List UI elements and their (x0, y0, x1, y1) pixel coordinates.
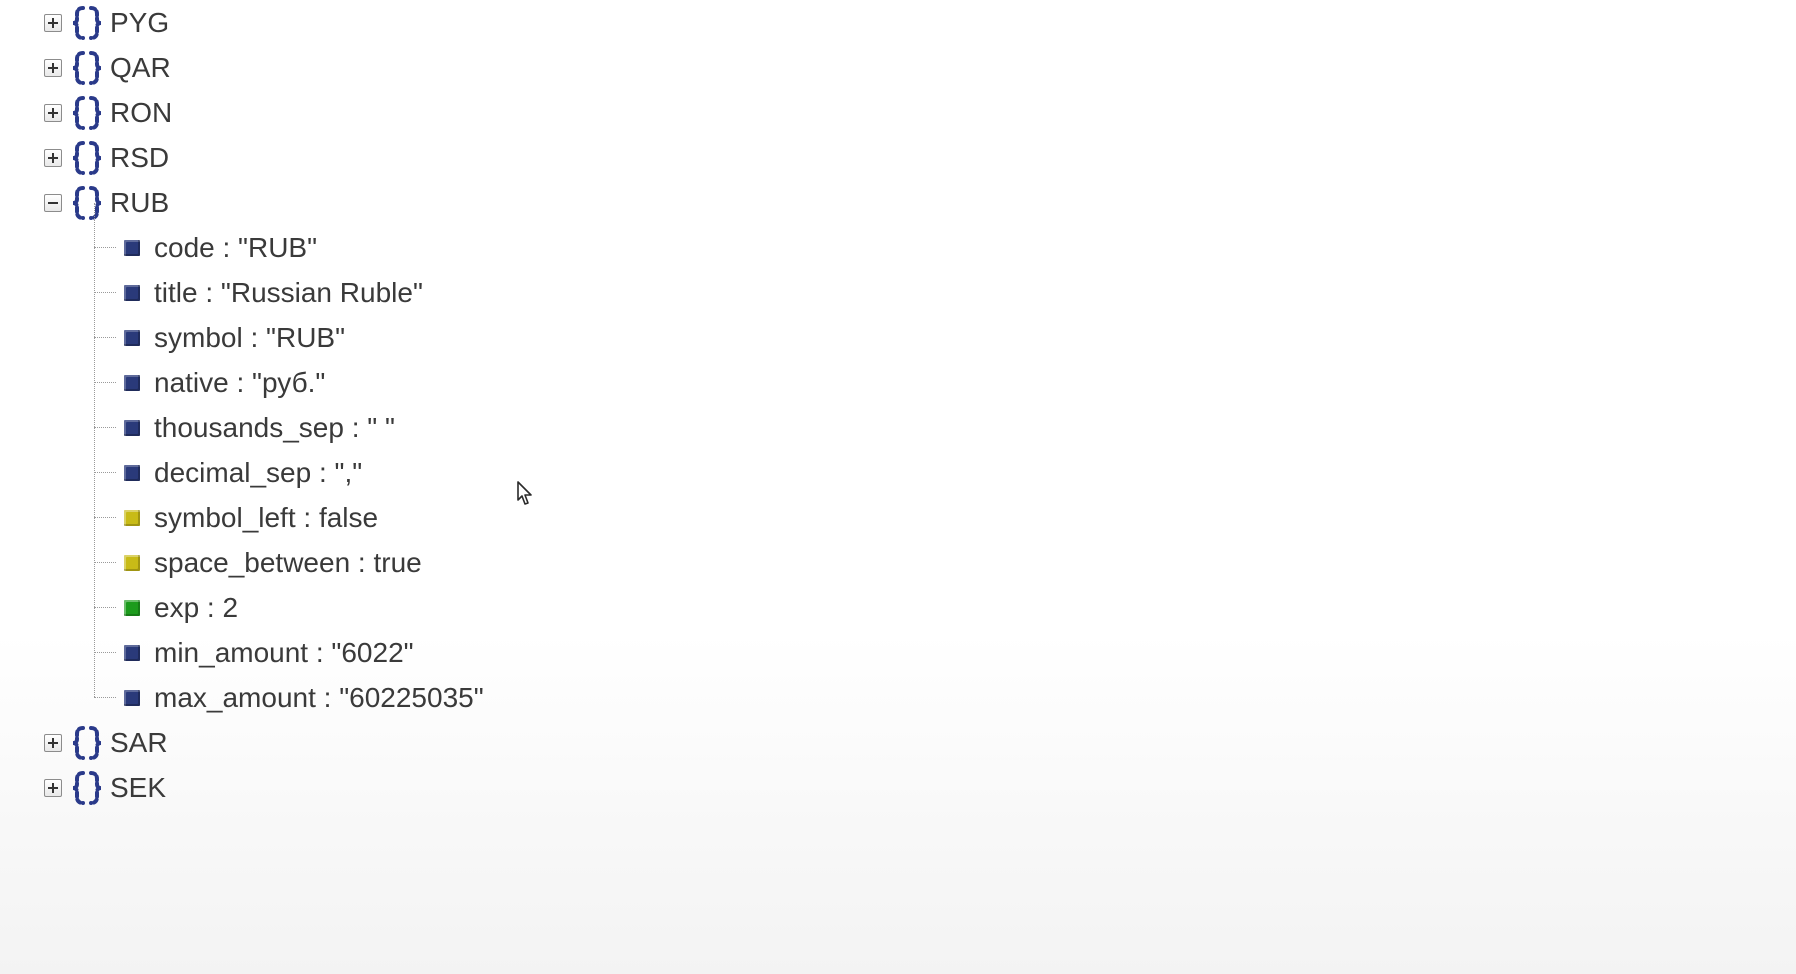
tree-leaf[interactable]: symbol_left : false (100, 495, 1796, 540)
bool-type-icon (124, 555, 140, 571)
tree-node-label: RSD (110, 142, 169, 174)
tree-node-pyg[interactable]: PYG (0, 0, 1796, 45)
tree-leaf-label: native : "руб." (154, 367, 325, 399)
tree-leaf[interactable]: native : "руб." (100, 360, 1796, 405)
tree-leaf[interactable]: title : "Russian Ruble" (100, 270, 1796, 315)
tree-node-label: SEK (110, 772, 166, 804)
string-type-icon (124, 375, 140, 391)
tree-leaf-label: space_between : true (154, 547, 422, 579)
tree-node-ron[interactable]: RON (0, 90, 1796, 135)
tree-leaf-label: exp : 2 (154, 592, 238, 624)
collapse-icon[interactable] (44, 194, 62, 212)
tree-leaf-label: symbol_left : false (154, 502, 378, 534)
tree-node-label: RON (110, 97, 172, 129)
string-type-icon (124, 285, 140, 301)
tree-leaf[interactable]: symbol : "RUB" (100, 315, 1796, 360)
tree-leaf-label: title : "Russian Ruble" (154, 277, 423, 309)
expand-icon[interactable] (44, 14, 62, 32)
tree-leaf[interactable]: space_between : true (100, 540, 1796, 585)
tree-node-label: SAR (110, 727, 168, 759)
tree-leaf[interactable]: max_amount : "60225035" (100, 675, 1796, 720)
tree-node-qar[interactable]: QAR (0, 45, 1796, 90)
tree-node-label: PYG (110, 7, 169, 39)
tree-leaf-label: thousands_sep : " " (154, 412, 395, 444)
object-braces-icon (70, 5, 104, 41)
object-braces-icon (70, 770, 104, 806)
string-type-icon (124, 465, 140, 481)
tree-leaf[interactable]: thousands_sep : " " (100, 405, 1796, 450)
string-type-icon (124, 690, 140, 706)
tree-leaf-label: min_amount : "6022" (154, 637, 414, 669)
tree-node-label: RUB (110, 187, 169, 219)
tree-leaf-label: code : "RUB" (154, 232, 317, 264)
tree-node-rub[interactable]: RUB (0, 180, 1796, 225)
tree-leaf[interactable]: exp : 2 (100, 585, 1796, 630)
tree-node-label: QAR (110, 52, 171, 84)
string-type-icon (124, 420, 140, 436)
tree-leaf[interactable]: min_amount : "6022" (100, 630, 1796, 675)
expand-icon[interactable] (44, 149, 62, 167)
number-type-icon (124, 600, 140, 616)
tree-leaf[interactable]: code : "RUB" (100, 225, 1796, 270)
tree-node-sar[interactable]: SAR (0, 720, 1796, 765)
string-type-icon (124, 240, 140, 256)
tree-node-children: code : "RUB" title : "Russian Ruble" symbo… (100, 225, 1796, 720)
string-type-icon (124, 330, 140, 346)
object-braces-icon (70, 185, 104, 221)
tree-leaf[interactable]: decimal_sep : "," (100, 450, 1796, 495)
json-tree: PYG QAR RON RSD RUB code : "RUB" title : "Russ… (0, 0, 1796, 810)
tree-node-sek[interactable]: SEK (0, 765, 1796, 810)
object-braces-icon (70, 725, 104, 761)
object-braces-icon (70, 50, 104, 86)
tree-leaf-label: max_amount : "60225035" (154, 682, 484, 714)
string-type-icon (124, 645, 140, 661)
expand-icon[interactable] (44, 59, 62, 77)
tree-node-rsd[interactable]: RSD (0, 135, 1796, 180)
tree-leaf-label: symbol : "RUB" (154, 322, 345, 354)
tree-leaf-label: decimal_sep : "," (154, 457, 362, 489)
object-braces-icon (70, 140, 104, 176)
expand-icon[interactable] (44, 104, 62, 122)
object-braces-icon (70, 95, 104, 131)
bool-type-icon (124, 510, 140, 526)
expand-icon[interactable] (44, 734, 62, 752)
expand-icon[interactable] (44, 779, 62, 797)
